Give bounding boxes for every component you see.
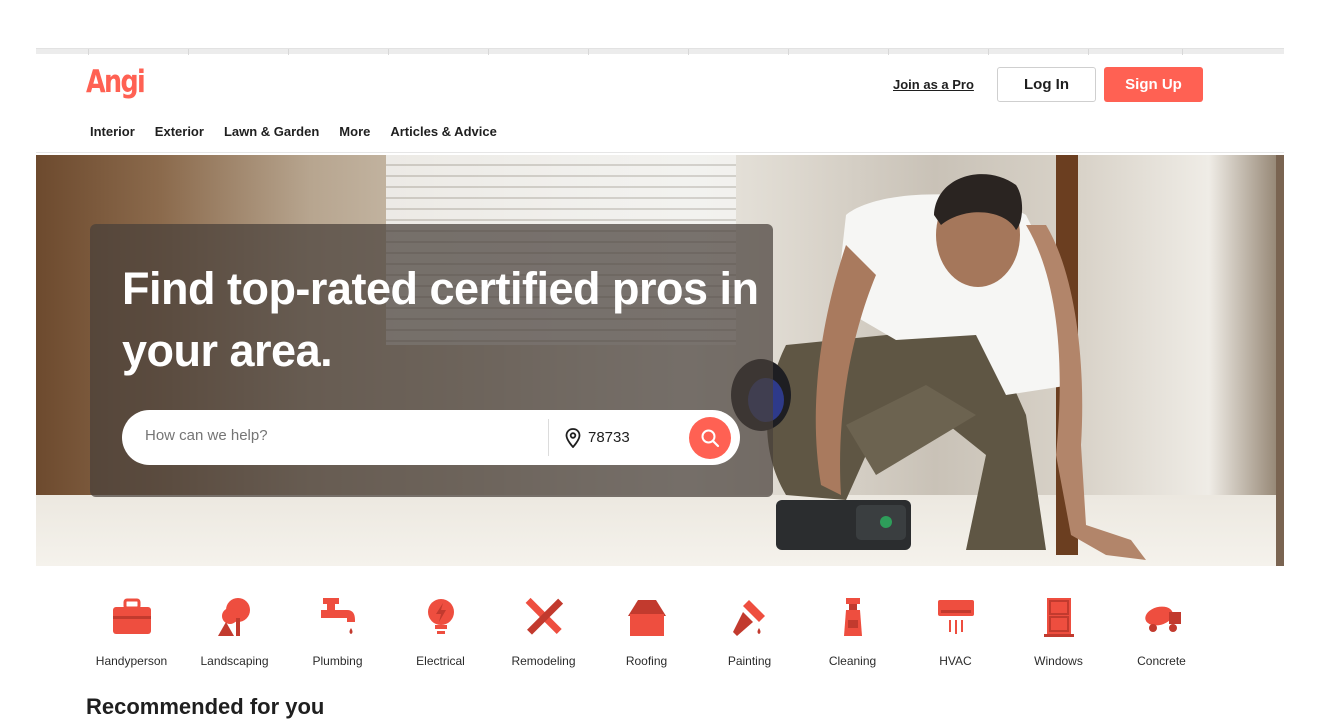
category-label: HVAC [939, 654, 972, 668]
category-handyperson[interactable]: Handyperson [80, 594, 183, 668]
search-icon [701, 429, 720, 448]
nav-item-more[interactable]: More [339, 124, 370, 139]
service-search-input[interactable] [145, 427, 525, 444]
faucet-icon [320, 598, 355, 634]
category-label: Cleaning [828, 654, 877, 668]
angi-logo[interactable]: Angi [86, 64, 146, 100]
category-label: Landscaping [200, 654, 269, 668]
wall-edge-image [1276, 155, 1284, 566]
category-label: Painting [727, 654, 772, 668]
nav-item-lawn-garden[interactable]: Lawn & Garden [224, 124, 319, 139]
hero-headline: Find top-rated certified pros in your ar… [122, 263, 759, 376]
category-concrete[interactable]: Concrete [1110, 594, 1213, 668]
category-painting[interactable]: Painting [698, 594, 801, 668]
tree-icon [217, 598, 250, 636]
nav-item-interior[interactable]: Interior [90, 124, 135, 139]
nav-item-articles-advice[interactable]: Articles & Advice [390, 124, 496, 139]
category-row: Handyperson Landscaping Plumbing Electri… [80, 594, 1213, 668]
recommended-heading: Recommended for you [86, 694, 325, 719]
search-divider [548, 419, 549, 456]
location-pin-icon [565, 428, 581, 448]
category-label: Roofing [625, 654, 668, 668]
air-conditioner-icon [937, 600, 974, 634]
category-roofing[interactable]: Roofing [595, 594, 698, 668]
login-button[interactable]: Log In [997, 67, 1096, 102]
category-label: Plumbing [312, 654, 363, 668]
category-label: Handyperson [95, 654, 168, 668]
paintbrush-icon [732, 600, 765, 636]
search-bar: 78733 [122, 410, 740, 465]
main-nav: Interior Exterior Lawn & Garden More Art… [90, 124, 497, 139]
zip-code-field[interactable]: 78733 [588, 429, 630, 446]
join-as-pro-link[interactable]: Join as a Pro [893, 77, 974, 92]
category-cleaning[interactable]: Cleaning [801, 594, 904, 668]
category-remodeling[interactable]: Remodeling [492, 594, 595, 668]
category-electrical[interactable]: Electrical [389, 594, 492, 668]
ruler-pencil-icon [525, 597, 563, 635]
window-icon [1043, 598, 1074, 637]
category-windows[interactable]: Windows [1007, 594, 1110, 668]
cement-mixer-icon [1144, 606, 1181, 632]
category-label: Concrete [1137, 654, 1186, 668]
category-hvac[interactable]: HVAC [904, 594, 1007, 668]
worker-photo [731, 174, 1146, 560]
nav-divider [36, 152, 1284, 153]
spray-bottle-icon [843, 598, 862, 636]
toolbox-icon [112, 598, 151, 634]
category-landscaping[interactable]: Landscaping [183, 594, 286, 668]
category-plumbing[interactable]: Plumbing [286, 594, 389, 668]
category-label: Electrical [416, 654, 465, 668]
category-label: Windows [1034, 654, 1083, 668]
lightbulb-icon [427, 599, 454, 634]
search-button[interactable] [689, 417, 731, 459]
house-icon [627, 600, 666, 636]
nav-item-exterior[interactable]: Exterior [155, 124, 204, 139]
signup-button[interactable]: Sign Up [1104, 67, 1203, 102]
top-strip [36, 48, 1284, 55]
category-label: Remodeling [511, 654, 576, 668]
